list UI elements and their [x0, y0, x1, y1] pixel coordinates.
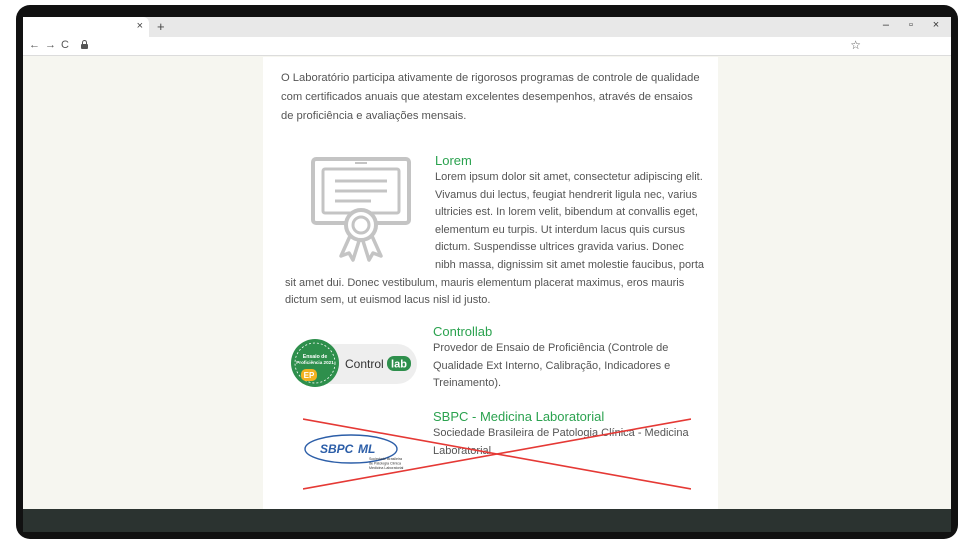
sbpc-wordmark: SBPC [320, 442, 354, 456]
bookmark-star-icon[interactable]: ☆ [850, 38, 861, 52]
controllab-text: Provedor de Ensaio de Proficiência (Cont… [433, 342, 671, 390]
badge-line2: Proficiência 2021 [296, 360, 334, 365]
sbpc-sub3: Medicina Laboratorial [369, 466, 404, 470]
sbpc-card: SBPC - Medicina Laboratorial Sociedade B… [433, 409, 698, 460]
restore-button[interactable]: ▫ [900, 19, 922, 31]
reload-button[interactable]: C [61, 39, 69, 51]
minimize-button[interactable]: – [875, 19, 897, 31]
tab-bar: × + – ▫ × [23, 17, 951, 37]
url-input[interactable] [93, 39, 833, 54]
page-viewport: O Laboratório participa ativamente de ri… [23, 57, 951, 532]
sbpc-logo[interactable]: SBPC ML Sociedade Brasileira de Patologi… [303, 427, 413, 473]
address-bar-row: ← → C ☆ [23, 37, 951, 56]
tab-close-icon[interactable]: × [137, 20, 143, 32]
sbpc-sub2: de Patologia Clínica [369, 462, 401, 466]
badge-tag: EP [304, 371, 315, 380]
controllab-card: Controllab Provedor de Ensaio de Profici… [433, 324, 698, 393]
forward-button[interactable]: → [45, 39, 56, 51]
back-button[interactable]: ← [29, 39, 40, 51]
page-footer [23, 509, 951, 532]
sbpc-wordmark-tail: ML [358, 442, 375, 456]
browser-window: × + – ▫ × ← → C ☆ O Laboratório particip… [23, 17, 951, 532]
controllab-logo[interactable]: Ensaio de Proficiência 2021 EP Control l… [291, 338, 419, 389]
certificate-icon [301, 153, 421, 263]
sbpc-text: Sociedade Brasileira de Patologia Clínic… [433, 427, 689, 457]
close-window-button[interactable]: × [925, 19, 947, 31]
monitor-frame: × + – ▫ × ← → C ☆ O Laboratório particip… [16, 5, 958, 539]
controllab-wordmark-tail: lab [391, 359, 407, 371]
lorem-section: Lorem Lorem ipsum dolor sit amet, consec… [285, 153, 705, 310]
lock-icon [81, 40, 88, 49]
new-tab-button[interactable]: + [157, 19, 165, 34]
sbpc-sub1: Sociedade Brasileira [369, 457, 402, 461]
intro-paragraph: O Laboratório participa ativamente de ri… [281, 72, 700, 122]
window-controls: – ▫ × [875, 19, 947, 31]
content-column: O Laboratório participa ativamente de ri… [263, 57, 718, 509]
sbpc-title[interactable]: SBPC - Medicina Laboratorial [433, 409, 698, 425]
controllab-wordmark: Control [345, 357, 384, 371]
tab-active[interactable]: × [23, 17, 149, 37]
controllab-title[interactable]: Controllab [433, 324, 698, 340]
